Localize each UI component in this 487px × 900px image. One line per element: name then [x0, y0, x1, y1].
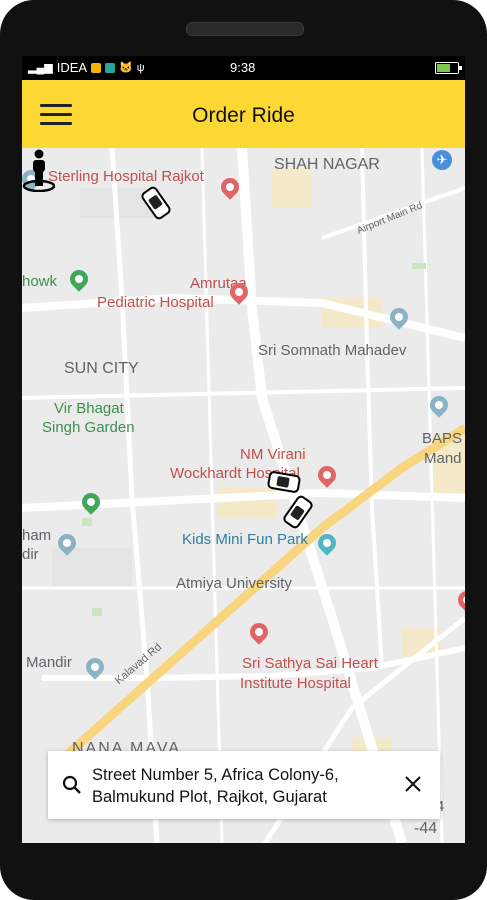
app-screen: ▂▄▆ IDEA 🐱 ψ 9:38 Order Ride Sterling Ho… — [22, 56, 465, 843]
battery-icon — [435, 62, 462, 74]
search-icon — [62, 775, 81, 794]
place-label: Kids Mini Fun Park — [182, 531, 308, 548]
phone-speaker — [186, 22, 304, 36]
status-bar: ▂▄▆ IDEA 🐱 ψ 9:38 — [22, 56, 465, 80]
user-location-icon — [22, 149, 56, 192]
place-label: howk — [22, 273, 58, 290]
close-icon[interactable] — [402, 773, 424, 795]
place-label: BAPS — [422, 430, 463, 447]
airport-icon[interactable]: ✈ — [432, 150, 452, 170]
place-label: dir — [22, 546, 39, 563]
place-label: NM Virani — [240, 446, 306, 463]
address-text[interactable]: Street Number 5, Africa Colony-6, Balmuk… — [92, 764, 392, 808]
area-label: SHAH NAGAR — [274, 156, 380, 173]
page-title: Order Ride — [192, 104, 295, 127]
phone-frame: ▂▄▆ IDEA 🐱 ψ 9:38 Order Ride Sterling Ho… — [0, 0, 487, 900]
place-label: Sri Sathya Sai Heart — [242, 655, 378, 672]
place-label: Singh Garden — [42, 419, 135, 436]
road-number: -44 — [414, 820, 438, 837]
place-label: Vir Bhagat — [54, 400, 124, 417]
place-label: Atmiya University — [176, 575, 292, 592]
notification-icon — [91, 62, 102, 73]
place-label: Sri Somnath Mahadev — [258, 342, 407, 359]
place-label: ham — [22, 527, 52, 544]
address-line-2: Balmukund Plot, Rajkot, Gujarat — [92, 788, 327, 806]
status-time: 9:38 — [230, 60, 256, 75]
usb-icon: ψ — [136, 61, 145, 74]
place-label: Sterling Hospital Rajkot — [48, 168, 204, 185]
cat-icon: 🐱 — [119, 62, 133, 74]
status-left: ▂▄▆ IDEA 🐱 ψ — [28, 60, 145, 75]
carrier-name: IDEA — [56, 60, 88, 75]
place-label: Mand — [424, 450, 462, 467]
place-label: Mandir — [26, 654, 72, 671]
area-label: SUN CITY — [64, 360, 139, 377]
notification-icon — [105, 62, 116, 73]
address-line-1: Street Number 5, Africa Colony-6, — [92, 766, 339, 784]
signal-icon: ▂▄▆ — [28, 62, 53, 74]
place-label: Institute Hospital — [240, 675, 351, 692]
address-search-box[interactable]: Street Number 5, Africa Colony-6, Balmuk… — [48, 751, 440, 819]
app-bar: Order Ride — [22, 80, 465, 148]
place-label: Pediatric Hospital — [97, 294, 214, 311]
map-view[interactable]: Sterling Hospital Rajkot SHAH NAGAR Airp… — [22, 148, 465, 843]
